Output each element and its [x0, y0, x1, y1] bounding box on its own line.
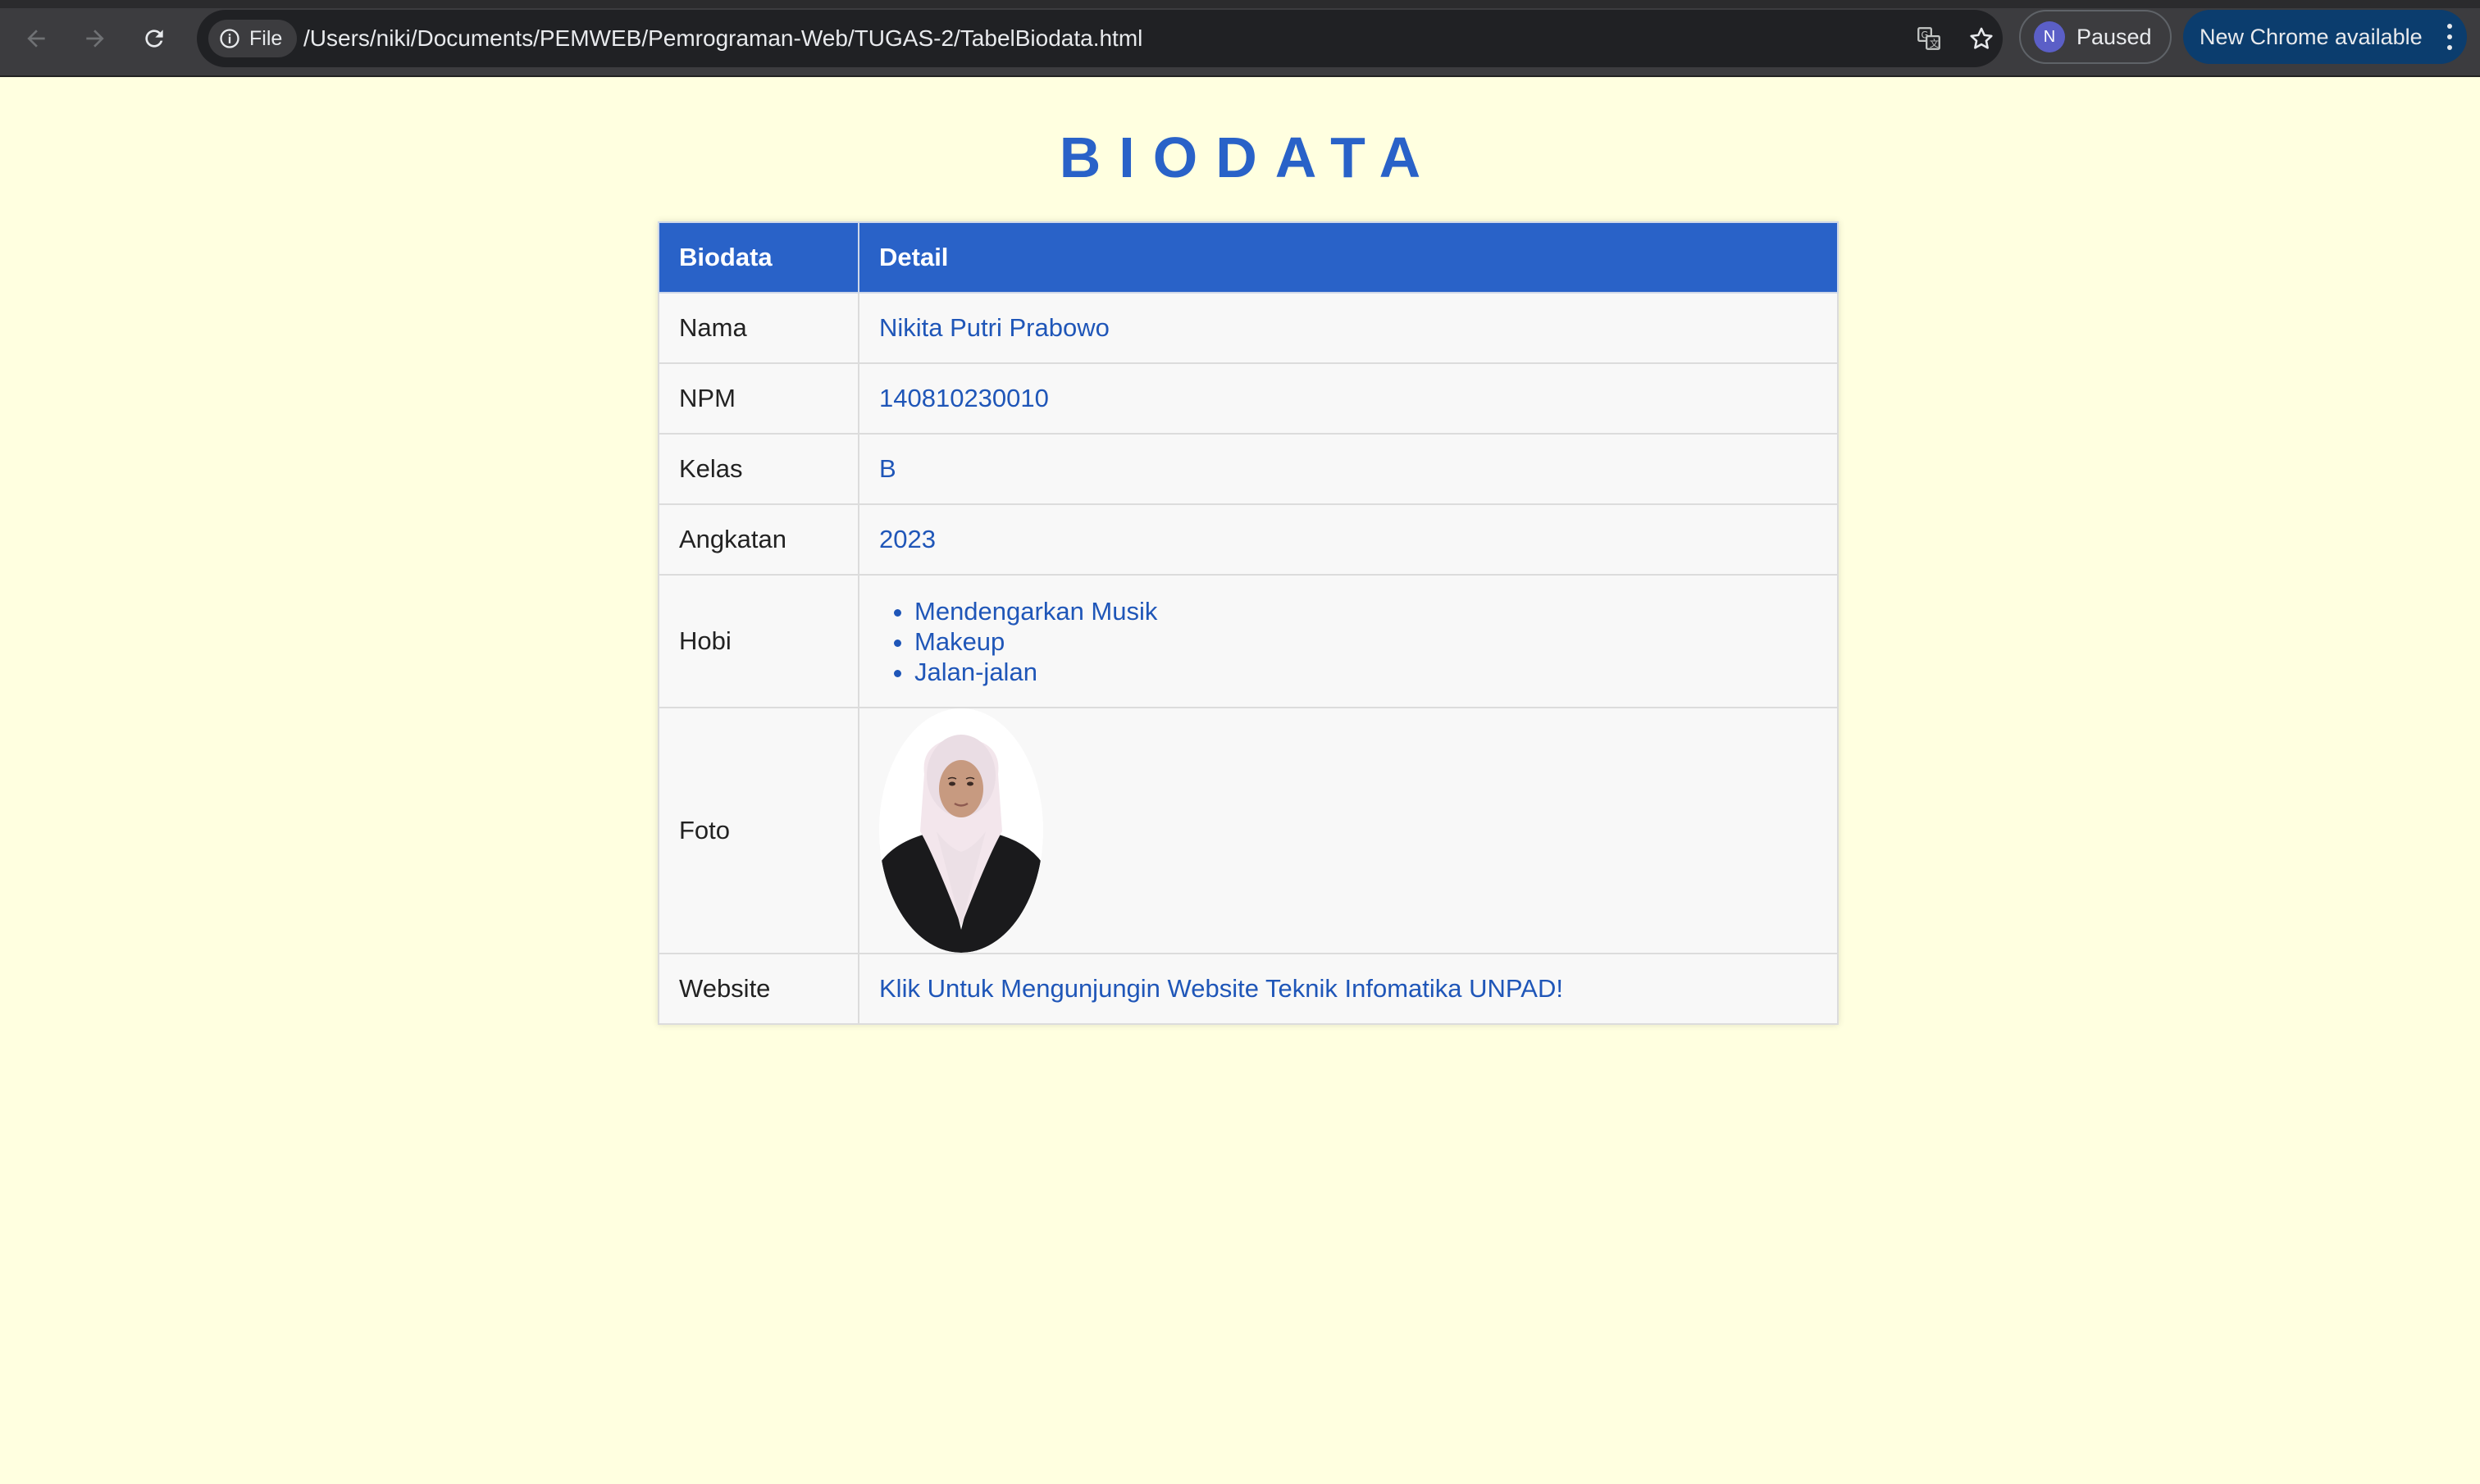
table-row: NPM 140810230010: [658, 362, 1839, 435]
profile-button[interactable]: N Paused: [2019, 10, 2172, 64]
avatar: N: [2034, 21, 2065, 52]
translate-button[interactable]: G 文: [1911, 20, 1947, 57]
page-content: BIODATA Biodata Detail Nama Nikita Putri…: [0, 77, 2480, 1484]
website-link[interactable]: Klik Untuk Mengunjungin Website Teknik I…: [879, 974, 1563, 1003]
forward-button[interactable]: [75, 18, 116, 59]
table-row: Nama Nikita Putri Prabowo: [658, 292, 1839, 364]
list-item: Mendengarkan Musik: [914, 596, 1817, 626]
reload-button[interactable]: [134, 18, 175, 59]
reload-icon: [145, 30, 163, 48]
translate-icon: G 文: [1917, 27, 1940, 50]
back-arrow-icon: [27, 30, 45, 48]
row-label-nama: Nama: [658, 292, 859, 364]
row-label-angkatan: Angkatan: [658, 503, 859, 576]
table-row: Hobi Mendengarkan Musik Makeup Jalan-jal…: [658, 574, 1839, 708]
url-text[interactable]: /Users/niki/Documents/PEMWEB/Pemrograman…: [303, 10, 1142, 67]
row-label-hobi: Hobi: [658, 574, 859, 708]
address-bar[interactable]: File /Users/niki/Documents/PEMWEB/Pemrog…: [197, 10, 2003, 67]
table-header-row: Biodata Detail: [658, 221, 1839, 294]
file-chip-label: File: [249, 26, 283, 50]
row-value-kelas: B: [858, 433, 1839, 505]
site-info-chip[interactable]: File: [208, 20, 298, 57]
browser-toolbar: File /Users/niki/Documents/PEMWEB/Pemrog…: [0, 0, 2480, 77]
tab-strip: [0, 0, 2480, 8]
bookmark-button[interactable]: [1963, 20, 1999, 57]
hobby-list: Mendengarkan Musik Makeup Jalan-jalan: [879, 596, 1817, 687]
row-label-kelas: Kelas: [658, 433, 859, 505]
star-icon: [1970, 27, 1993, 49]
profile-photo: [879, 708, 1043, 953]
more-menu-icon[interactable]: [2446, 24, 2454, 50]
table-row: Angkatan 2023: [658, 503, 1839, 576]
header-biodata: Biodata: [658, 221, 859, 294]
table-row: Kelas B: [658, 433, 1839, 505]
row-label-foto: Foto: [658, 707, 859, 954]
table-row: Foto: [658, 707, 1839, 954]
row-value-website: Klik Untuk Mengunjungin Website Teknik I…: [858, 953, 1839, 1025]
row-value-foto: [858, 707, 1839, 954]
forward-arrow-icon: [86, 30, 104, 48]
list-item: Jalan-jalan: [914, 657, 1817, 687]
list-item: Makeup: [914, 626, 1817, 657]
header-detail: Detail: [858, 221, 1839, 294]
update-chrome-button[interactable]: New Chrome available: [2183, 10, 2467, 64]
row-label-website: Website: [658, 953, 859, 1025]
biodata-table: Biodata Detail Nama Nikita Putri Prabowo…: [658, 221, 1839, 1025]
update-label: New Chrome available: [2200, 24, 2423, 49]
row-label-npm: NPM: [658, 362, 859, 435]
page-title: BIODATA: [1059, 125, 1439, 189]
row-value-npm: 140810230010: [858, 362, 1839, 435]
row-value-hobi: Mendengarkan Musik Makeup Jalan-jalan: [858, 574, 1839, 708]
table-row: Website Klik Untuk Mengunjungin Website …: [658, 953, 1839, 1025]
svg-text:G: G: [1922, 29, 1929, 40]
info-icon: [220, 29, 239, 48]
row-value-nama: Nikita Putri Prabowo: [858, 292, 1839, 364]
back-button[interactable]: [16, 18, 57, 59]
svg-text:文: 文: [1930, 38, 1939, 49]
row-value-angkatan: 2023: [858, 503, 1839, 576]
profile-status: Paused: [2077, 24, 2152, 49]
